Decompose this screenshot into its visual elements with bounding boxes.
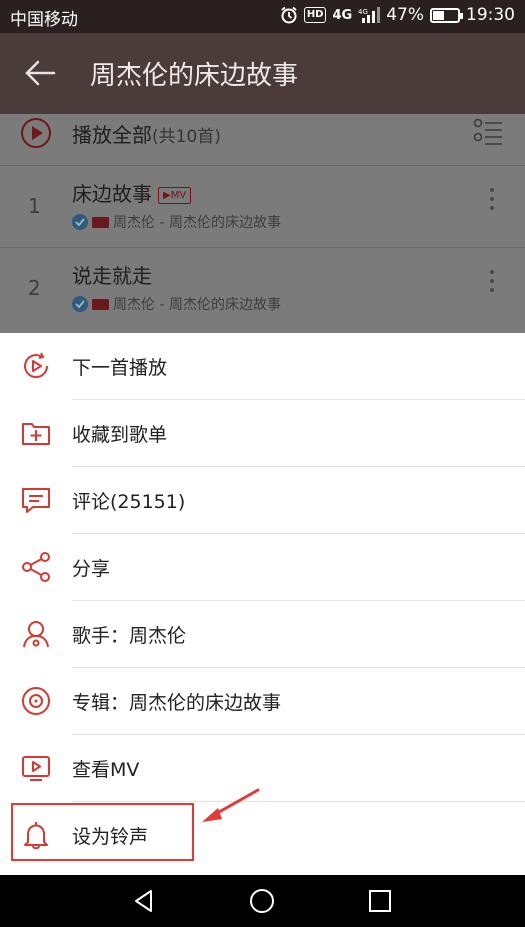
highlight-box [11,803,194,861]
play-all-icon[interactable] [20,117,52,149]
sq-quality-icon [92,298,109,310]
menu-item-play-next[interactable]: 下一首播放 [0,333,525,400]
more-options-icon[interactable] [489,270,495,296]
play-all-text: 播放全部 [72,123,152,147]
mv-icon [22,756,50,781]
song-row-2[interactable]: 2 说走就走 周杰伦 - 周杰伦的床边故事 [0,248,525,330]
song-list: 播放全部(共10首) 1 床边故事 ▶MV 周杰伦 - 周杰伦的床边故事 2 说走… [0,114,525,333]
song-subtitle: 周杰伦 - 周杰伦的床边故事 [72,294,281,314]
menu-item-view-mv[interactable]: 查看MV [0,735,525,802]
nav-recents-icon[interactable] [366,887,394,915]
menu-item-share[interactable]: 分享 [0,534,525,601]
song-index: 2 [28,276,41,300]
play-next-icon [24,352,49,379]
network-type: 4G [332,7,353,23]
play-all-count: (共10首) [152,127,221,147]
song-artist-album: 周杰伦 - 周杰伦的床边故事 [113,215,281,231]
status-indicators: HD 4G 4G 47% 19:30 [280,5,515,25]
play-all-row[interactable]: 播放全部(共10首) [0,114,525,166]
artist-icon [23,621,49,648]
status-bar: 中国移动 HD 4G 4G 47% 19:30 [0,0,525,33]
song-subtitle: 周杰伦 - 周杰伦的床边故事 [72,212,281,232]
menu-item-label: 评论(25151) [72,491,186,513]
battery-icon [430,7,463,23]
more-options-icon[interactable] [489,188,495,214]
add-to-folder-icon [22,423,50,445]
share-icon [22,552,50,582]
menu-item-album[interactable]: 专辑：周杰伦的床边故事 [0,668,525,735]
song-action-sheet: 下一首播放 收藏到歌单 评论(25151) 分享 歌手：周杰伦 专辑：周杰伦的床… [0,333,525,875]
list-mode-icon[interactable] [473,118,503,146]
signal-icon: 4G [358,7,381,23]
menu-item-artist[interactable]: 歌手：周杰伦 [0,601,525,668]
verified-check-icon [72,296,88,312]
album-icon [22,687,50,715]
sq-quality-icon [92,216,109,228]
signal-type-label: 4G [358,8,368,16]
menu-item-comments[interactable]: 评论(25151) [0,467,525,534]
menu-item-label: 收藏到歌单 [72,424,168,446]
menu-item-label: 分享 [72,558,111,580]
menu-item-label: 查看MV [72,759,140,781]
page-title: 周杰伦的床边故事 [90,61,299,91]
song-title: 床边故事 ▶MV [72,178,192,207]
battery-percent: 47% [386,5,424,25]
song-title-text: 床边故事 [72,182,152,206]
comment-icon [22,488,50,513]
song-row-1[interactable]: 1 床边故事 ▶MV 周杰伦 - 周杰伦的床边故事 [0,166,525,248]
mv-badge[interactable]: ▶MV [158,187,192,204]
menu-item-label: 歌手：周杰伦 [72,625,187,647]
alarm-icon [281,6,297,24]
menu-item-label: 专辑：周杰伦的床边故事 [72,692,282,714]
verified-check-icon [72,214,88,230]
play-all-label: 播放全部(共10首) [72,119,221,148]
carrier-name: 中国移动 [10,10,78,30]
menu-item-add-to-playlist[interactable]: 收藏到歌单 [0,400,525,467]
hd-badge: HD [303,7,327,23]
menu-item-label: 下一首播放 [72,357,168,379]
song-artist-album: 周杰伦 - 周杰伦的床边故事 [113,297,281,313]
annotation-arrow-icon [202,788,260,822]
navigation-bar [0,875,525,927]
back-arrow-icon[interactable] [22,55,58,91]
clock: 19:30 [466,5,515,25]
title-bar: 周杰伦的床边故事 [0,33,525,114]
nav-home-icon[interactable] [248,887,276,915]
nav-back-icon[interactable] [130,887,158,915]
song-index: 1 [28,194,41,218]
song-title: 说走就走 [72,264,152,288]
battery-fill [433,10,444,20]
